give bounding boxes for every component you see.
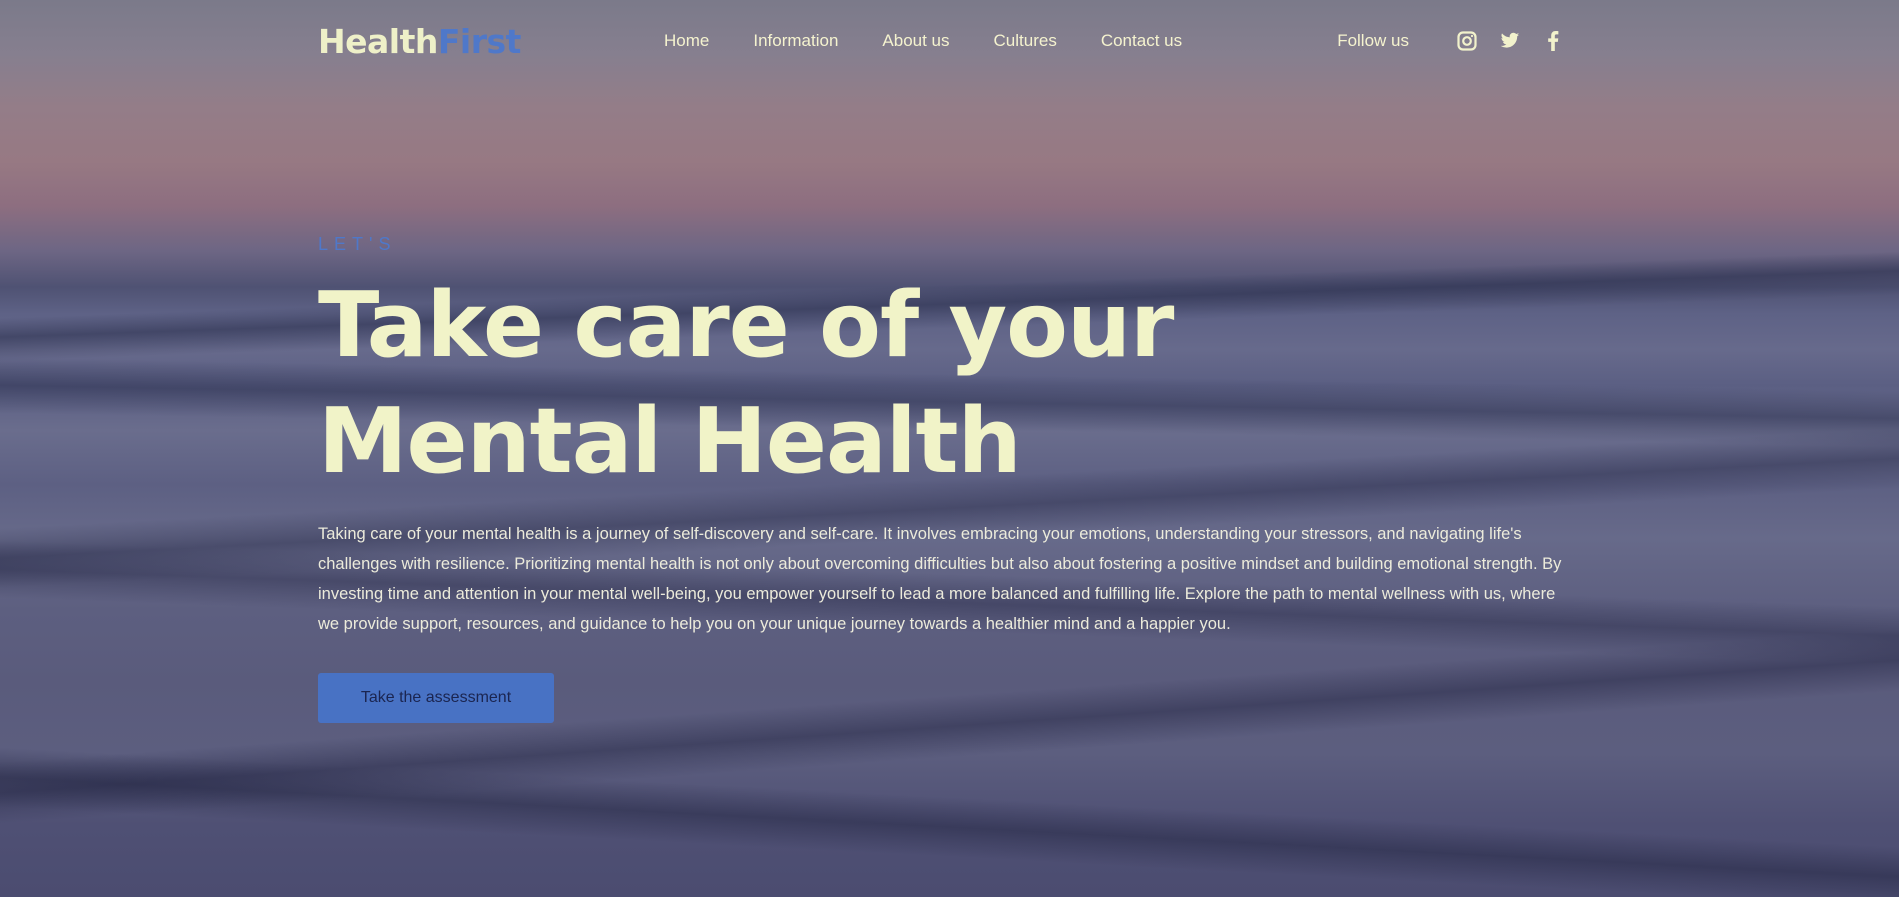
brand-name-part1: Health [318, 21, 438, 61]
instagram-icon[interactable] [1456, 30, 1478, 52]
nav-link-information[interactable]: Information [753, 31, 838, 51]
twitter-icon[interactable] [1499, 30, 1521, 52]
facebook-icon[interactable] [1542, 30, 1564, 52]
top-navigation: HealthFirst Home Information About us Cu… [318, 18, 1564, 64]
brand-name-part2: First [437, 21, 522, 61]
follow-us-label: Follow us [1337, 31, 1409, 50]
hero-eyebrow: LET'S [318, 234, 397, 254]
follow-us-group: Follow us [1337, 30, 1564, 52]
nav-link-about-us[interactable]: About us [882, 31, 949, 51]
brand-logo[interactable]: HealthFirst [318, 22, 521, 61]
hero-headline: Take care of your Mental Health [318, 268, 1618, 500]
nav-link-contact-us[interactable]: Contact us [1101, 31, 1182, 51]
hero-headline-line1: Take care of your [318, 273, 1174, 378]
hero-description: Taking care of your mental health is a j… [318, 525, 1562, 633]
nav-link-cultures[interactable]: Cultures [994, 31, 1057, 51]
hero-headline-line2: Mental Health [318, 389, 1022, 494]
nav-link-home[interactable]: Home [664, 31, 709, 51]
take-assessment-button[interactable]: Take the assessment [318, 673, 554, 723]
main-menu: Home Information About us Cultures Conta… [664, 31, 1226, 51]
